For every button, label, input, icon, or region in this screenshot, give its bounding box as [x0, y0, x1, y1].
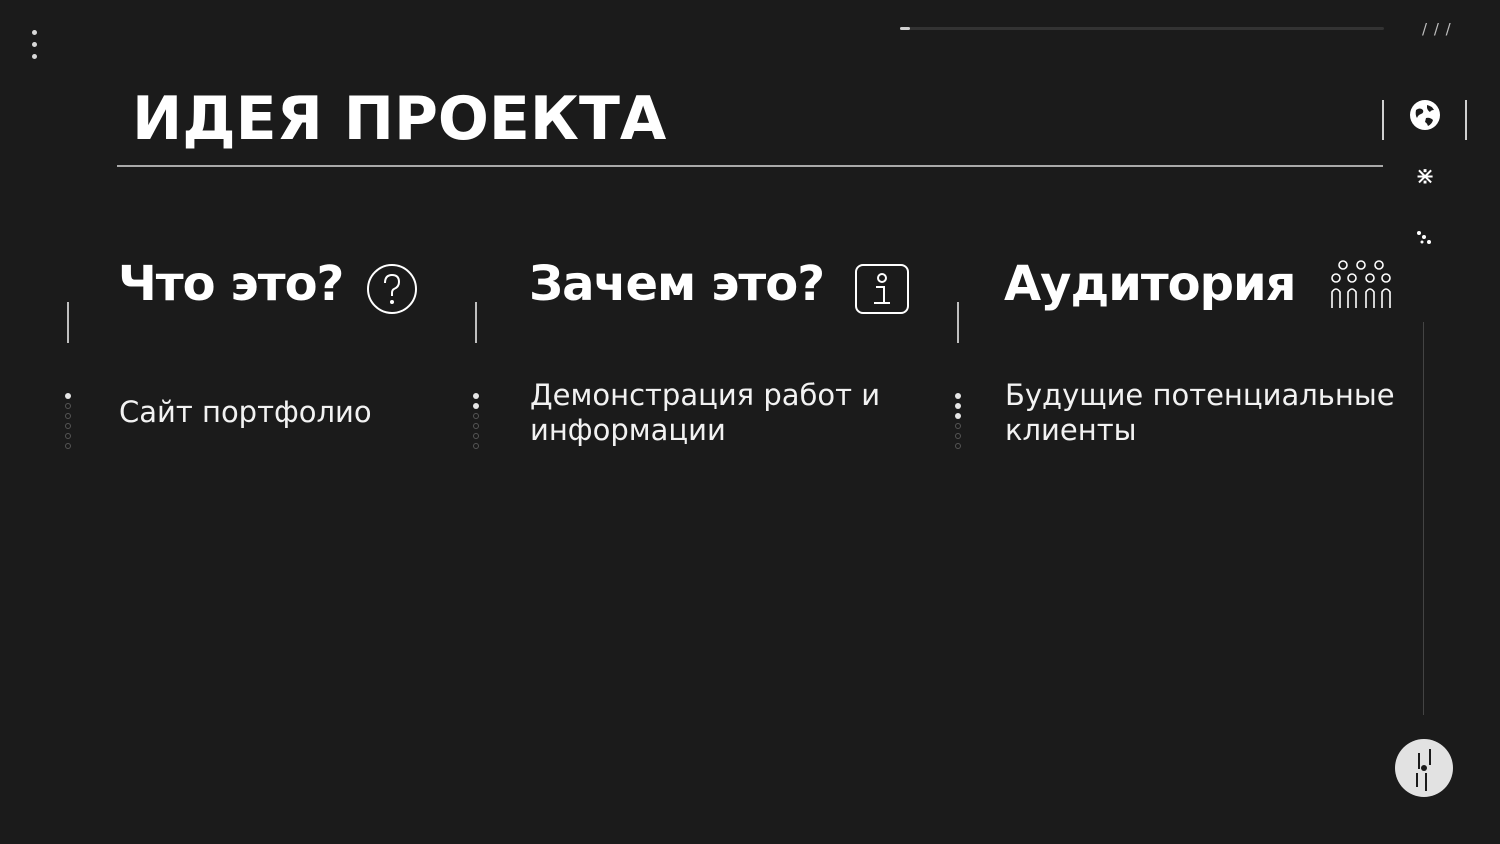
info-square-icon [854, 263, 910, 320]
bullet-indicator [953, 393, 963, 453]
column-text-audience: Будущие потенциальные клиенты [1005, 378, 1395, 447]
column-heading-audience: Аудитория [1004, 256, 1296, 312]
slide-progress-bar [900, 27, 1384, 30]
slashes-decoration-icon: / / / [1422, 20, 1452, 38]
rail-divider [1382, 100, 1384, 140]
question-circle-icon [366, 263, 418, 320]
column-text-what: Сайт портфолио [119, 395, 372, 429]
page-title: ИДЕЯ ПРОЕКТА [132, 84, 667, 154]
people-group-icon [1330, 258, 1392, 315]
bullet-indicator [471, 393, 481, 453]
bullet-indicator [63, 393, 73, 453]
navigation-knob[interactable] [1395, 739, 1453, 797]
column-divider [67, 302, 69, 343]
title-underline [117, 165, 1383, 167]
column-heading-why: Зачем это? [529, 256, 825, 312]
column-divider [475, 302, 477, 343]
column-text-why: Демонстрация работ и информации [530, 378, 881, 447]
column-heading-what: Что это? [118, 256, 344, 312]
globe-icon[interactable] [1409, 99, 1441, 131]
menu-dots-icon[interactable] [28, 30, 40, 64]
rail-line [1423, 322, 1424, 715]
asterisk-icon[interactable]: ⋇ [1413, 162, 1437, 190]
dots-cluster-icon[interactable] [1414, 228, 1434, 248]
rail-divider [1465, 100, 1467, 140]
column-divider [957, 302, 959, 343]
slide-progress-fill [900, 27, 910, 30]
